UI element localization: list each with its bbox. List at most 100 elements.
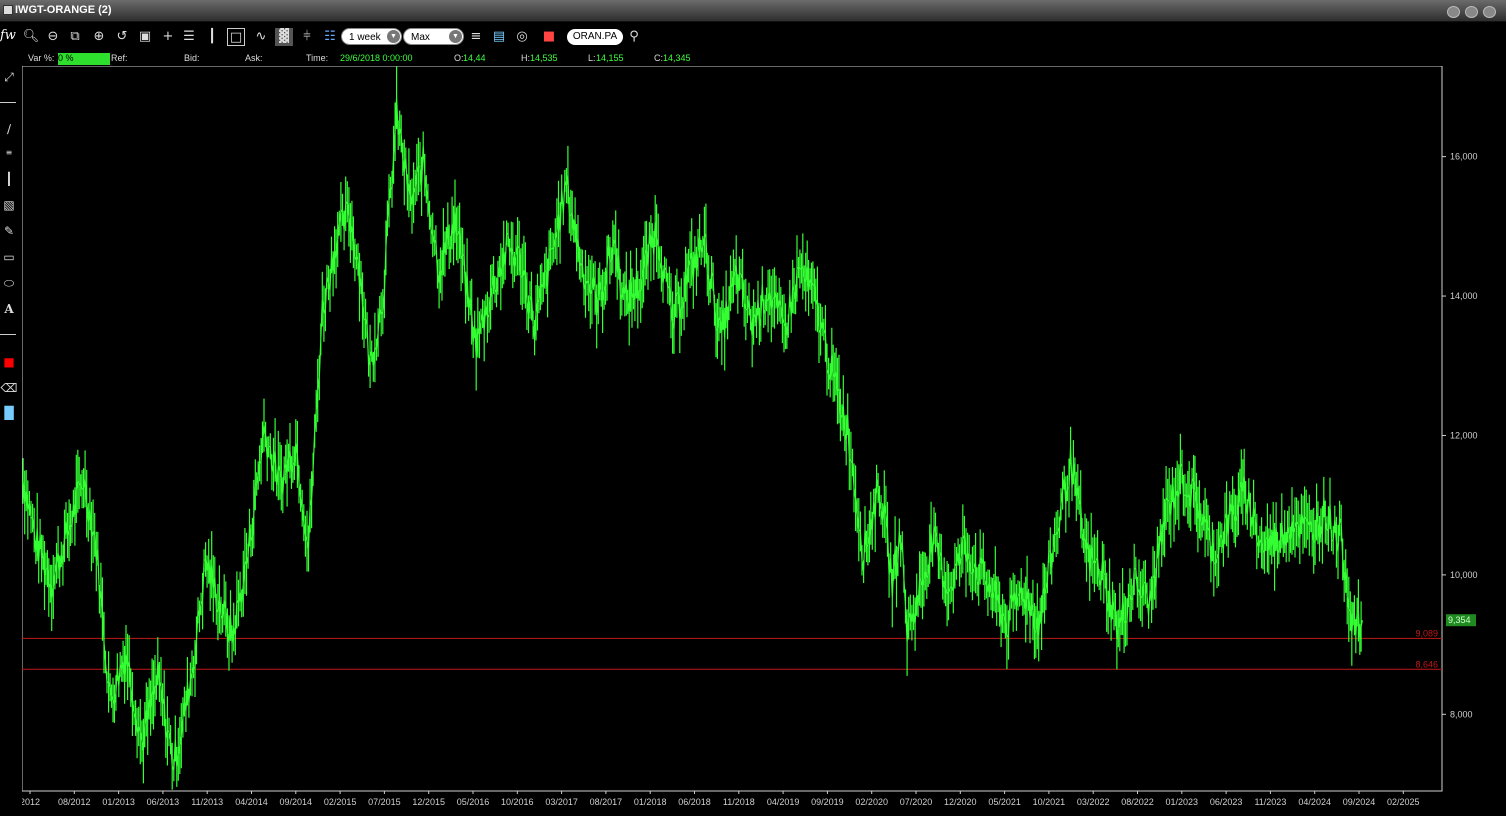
maximize-button[interactable] — [1465, 6, 1478, 18]
x-tick-label: 07/2015 — [368, 797, 401, 807]
list-icon[interactable]: ☰ — [180, 28, 198, 46]
window-title: IWGT-ORANGE (2) — [15, 4, 112, 16]
rectangle-tool-icon[interactable]: ▭ — [0, 248, 18, 266]
chevron-down-icon: ▼ — [449, 30, 462, 43]
zoom-area-icon[interactable]: ⊕ — [90, 28, 108, 46]
x-tick-label: 02/2015 — [324, 797, 357, 807]
period-select[interactable]: 1 week ▼ — [341, 28, 402, 45]
close-button[interactable] — [1483, 6, 1496, 18]
x-tick-label: 03/2022 — [1077, 797, 1110, 807]
var-label: Var %: — [28, 53, 55, 63]
x-tick-label: 04/2014 — [235, 797, 268, 807]
fibonacci-tool-icon[interactable]: ≡ — [0, 144, 18, 162]
indicators-icon[interactable]: ☷ — [321, 28, 339, 46]
high-label: H: — [521, 53, 530, 63]
color-swatch-icon[interactable]: ■ — [0, 353, 18, 371]
chevron-down-icon: ▼ — [387, 30, 400, 43]
refresh-icon[interactable]: ◎ — [513, 28, 531, 46]
x-tick-label: 07/2020 — [900, 797, 933, 807]
eraser-icon[interactable]: ⌫ — [0, 379, 18, 397]
x-tick-label: 01/2018 — [634, 797, 667, 807]
x-tick-label: 11/2013 — [191, 797, 223, 807]
low-label: L: — [588, 53, 596, 63]
x-tick-label: 06/2018 — [678, 797, 711, 807]
trendline-tool-icon[interactable]: ∕ — [0, 120, 18, 138]
y-tick-label: 16,000 — [1450, 152, 1478, 162]
crosshair-icon[interactable]: + — [159, 28, 177, 46]
x-tick-label: 03/2017 — [545, 797, 578, 807]
search-icon[interactable]: ⚲ — [625, 28, 643, 46]
trash-icon[interactable]: █ — [0, 404, 18, 422]
ellipse-tool-icon[interactable]: ⬭ — [0, 274, 18, 292]
zoom-reset-icon[interactable]: ↺ — [113, 28, 131, 46]
x-tick-label: 10/2016 — [501, 797, 534, 807]
x-tick-label: 09/2014 — [280, 797, 313, 807]
zoom-out-icon[interactable]: ⊖ — [44, 28, 62, 46]
low-value: 14,155 — [596, 53, 624, 63]
save-icon[interactable]: ▤ — [490, 28, 508, 46]
export-icon[interactable]: ≡ — [467, 28, 485, 46]
zoom-in-icon[interactable]: 🔍︎ — [22, 28, 40, 46]
x-tick-label: 06/2013 — [147, 797, 180, 807]
formula-button[interactable]: fw — [0, 28, 16, 43]
y-tick-label: 12,000 — [1450, 430, 1478, 440]
range-value: Max — [411, 32, 430, 43]
x-tick-label: 08/2017 — [590, 797, 623, 807]
ask-label: Ask: — [245, 53, 263, 63]
app-icon — [3, 5, 13, 15]
price-chart[interactable]: 8,000 10,000 12,000 14,000 16,000 2012 08/201… — [22, 66, 1506, 816]
x-tick-label: 02/2025 — [1387, 797, 1420, 807]
x-tick-label: 02/2020 — [855, 797, 888, 807]
line-chart-icon[interactable]: ∿ — [252, 28, 270, 46]
x-tick-label: 08/2012 — [58, 797, 91, 807]
last-value-marker: 9,354 — [1446, 614, 1476, 627]
support-line-label: 8,646 — [1415, 659, 1438, 669]
open-value: 14,44 — [463, 53, 486, 63]
close-label: C: — [654, 53, 663, 63]
x-tick-label: 01/2023 — [1166, 797, 1199, 807]
x-tick-label: 09/2024 — [1343, 797, 1376, 807]
x-tick-label: 12/2015 — [412, 797, 445, 807]
color-icon[interactable]: ■ — [540, 28, 558, 46]
high-value: 14,535 — [530, 53, 558, 63]
pencil-tool-icon[interactable]: ✎ — [0, 222, 18, 240]
x-tick-label: 01/2013 — [102, 797, 135, 807]
y-tick-label: 8,000 — [1450, 709, 1473, 719]
x-tick-label: 06/2023 — [1210, 797, 1243, 807]
x-tick-label: 05/2021 — [988, 797, 1021, 807]
x-axis: 2012 08/2012 01/2013 06/2013 11/2013 04/2014 0… — [22, 791, 1420, 807]
range-select[interactable]: Max ▼ — [403, 28, 464, 45]
y-tick-label: 10,000 — [1450, 570, 1478, 580]
hline-tool-icon[interactable] — [0, 102, 16, 103]
separator-line — [0, 334, 16, 335]
zoom-select-icon[interactable]: ▣ — [136, 28, 154, 46]
drawing-toolbar: ⤢ ∕ ≡ ┃ ▧ ✎ ▭ ⬭ A ■ ⌫ █ — [0, 66, 22, 816]
y-tick-label: 14,000 — [1450, 291, 1478, 301]
minimize-button[interactable] — [1447, 6, 1460, 18]
text-tool-icon[interactable]: A — [0, 300, 18, 318]
window-icon[interactable]: □ — [227, 28, 245, 46]
ohlc-icon[interactable]: ⫩ — [298, 28, 316, 46]
support-line-label: 9,089 — [1415, 628, 1438, 638]
x-tick-label: 12/2020 — [944, 797, 977, 807]
resize-icon[interactable]: ⤢ — [0, 68, 18, 86]
channel-tool-icon[interactable]: ▧ — [0, 196, 18, 214]
x-tick-label: 2012 — [22, 797, 40, 807]
bars-icon[interactable]: ┃ — [203, 28, 221, 46]
ref-label: Ref: — [111, 53, 128, 63]
info-bar: Var %: 0 % Ref: Bid: Ask: Time: 29/6/201… — [0, 52, 1506, 66]
close-value: 14,345 — [663, 53, 691, 63]
var-value: 0 % — [58, 53, 110, 65]
title-bar: IWGT-ORANGE (2) — [0, 0, 1506, 22]
x-tick-label: 04/2024 — [1298, 797, 1331, 807]
period-value: 1 week — [349, 32, 381, 43]
candle-icon[interactable]: ▓ — [275, 28, 293, 46]
x-tick-label: 11/2018 — [723, 797, 755, 807]
vlines-tool-icon[interactable]: ┃ — [0, 170, 18, 188]
zoom-fit-icon[interactable]: ⧉ — [66, 28, 84, 46]
time-label: Time: — [306, 53, 329, 63]
symbol-input[interactable]: ORAN.PA — [567, 29, 623, 45]
x-tick-label: 04/2019 — [767, 797, 800, 807]
chart-toolbar: fw 🔍︎ ⊖ ⧉ ⊕ ↺ ▣ + ☰ ┃ □ ∿ ▓ ⫩ ☷ 1 week ▼… — [0, 23, 1506, 51]
x-tick-label: 05/2016 — [457, 797, 490, 807]
